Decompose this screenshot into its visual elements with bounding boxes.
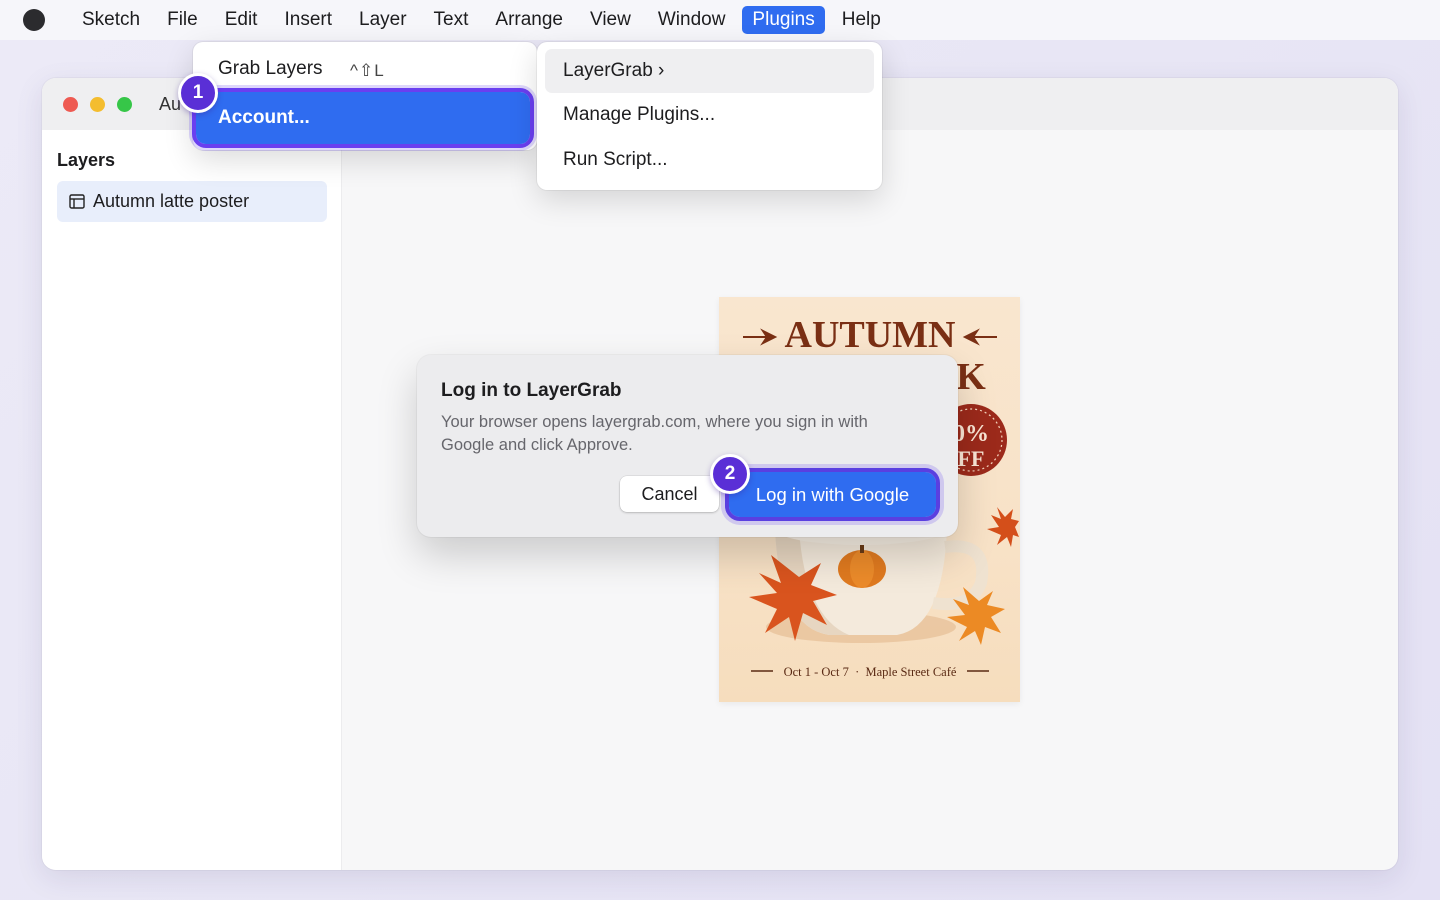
step-2-badge: 2: [710, 454, 750, 494]
poster-badge-line2: FF: [958, 446, 985, 471]
menu-arrange[interactable]: Arrange: [485, 6, 573, 34]
cancel-button[interactable]: Cancel: [620, 476, 719, 512]
menu-item-account[interactable]: Account...: [192, 88, 534, 148]
layer-row-autumn-latte-poster[interactable]: Autumn latte poster: [57, 181, 327, 222]
frame-icon: [69, 194, 85, 209]
step-1-badge: 1: [178, 73, 218, 113]
menu-window[interactable]: Window: [648, 6, 736, 34]
manage-plugins-label: Manage Plugins...: [563, 104, 716, 125]
menu-plugins[interactable]: Plugins: [742, 6, 825, 34]
poster-footer: Oct 1 - Oct 7 · Maple Street Café: [784, 665, 957, 679]
dialog-message: Your browser opens layergrab.com, where …: [441, 413, 868, 454]
menu-item-grab-layers[interactable]: Grab Layers: [218, 58, 323, 80]
close-window-button[interactable]: [63, 97, 78, 112]
menu-view[interactable]: View: [580, 6, 641, 34]
layer-label: Autumn latte poster: [93, 191, 250, 211]
zoom-window-button[interactable]: [117, 97, 132, 112]
log-in-with-google-button[interactable]: Log in with Google: [725, 468, 940, 521]
menu-item-manage-plugins[interactable]: Manage Plugins...: [563, 104, 715, 126]
menu-help[interactable]: Help: [832, 6, 891, 34]
layergrab-label: LayerGrab ›: [563, 60, 665, 81]
run-script-label: Run Script...: [563, 149, 668, 170]
layers-sidebar: Layers Autumn latte poster: [42, 130, 342, 870]
plugins-menu: LayerGrab › Manage Plugins... Run Script…: [537, 42, 882, 190]
apple-logo-icon[interactable]: [23, 9, 45, 31]
menu-layer[interactable]: Layer: [349, 6, 417, 34]
menu-file[interactable]: File: [157, 6, 208, 34]
layers-heading: Layers: [57, 150, 116, 170]
menu-bar: Sketch File Edit Insert Layer Text Arran…: [0, 0, 1440, 40]
menu-text[interactable]: Text: [424, 6, 479, 34]
dialog-title: Log in to LayerGrab: [441, 380, 622, 401]
menu-edit[interactable]: Edit: [215, 6, 268, 34]
poster-headline-2: K: [956, 356, 986, 398]
minimize-window-button[interactable]: [90, 97, 105, 112]
grab-layers-label: Grab Layers: [218, 58, 323, 79]
grab-layers-shortcut: ^⇧L: [350, 61, 385, 80]
poster-badge-line1: 0%: [953, 421, 989, 447]
menu-item-run-script[interactable]: Run Script...: [563, 149, 668, 171]
layergrab-submenu: Grab Layers ^⇧L Account...: [192, 42, 537, 150]
login-dialog: Log in to LayerGrab Your browser opens l…: [417, 355, 958, 537]
menu-sketch[interactable]: Sketch: [72, 6, 150, 34]
menu-insert[interactable]: Insert: [274, 6, 342, 34]
account-label: Account...: [218, 107, 310, 128]
menu-item-layergrab[interactable]: LayerGrab ›: [545, 49, 874, 93]
poster-headline-1: AUTUMN: [785, 314, 956, 356]
